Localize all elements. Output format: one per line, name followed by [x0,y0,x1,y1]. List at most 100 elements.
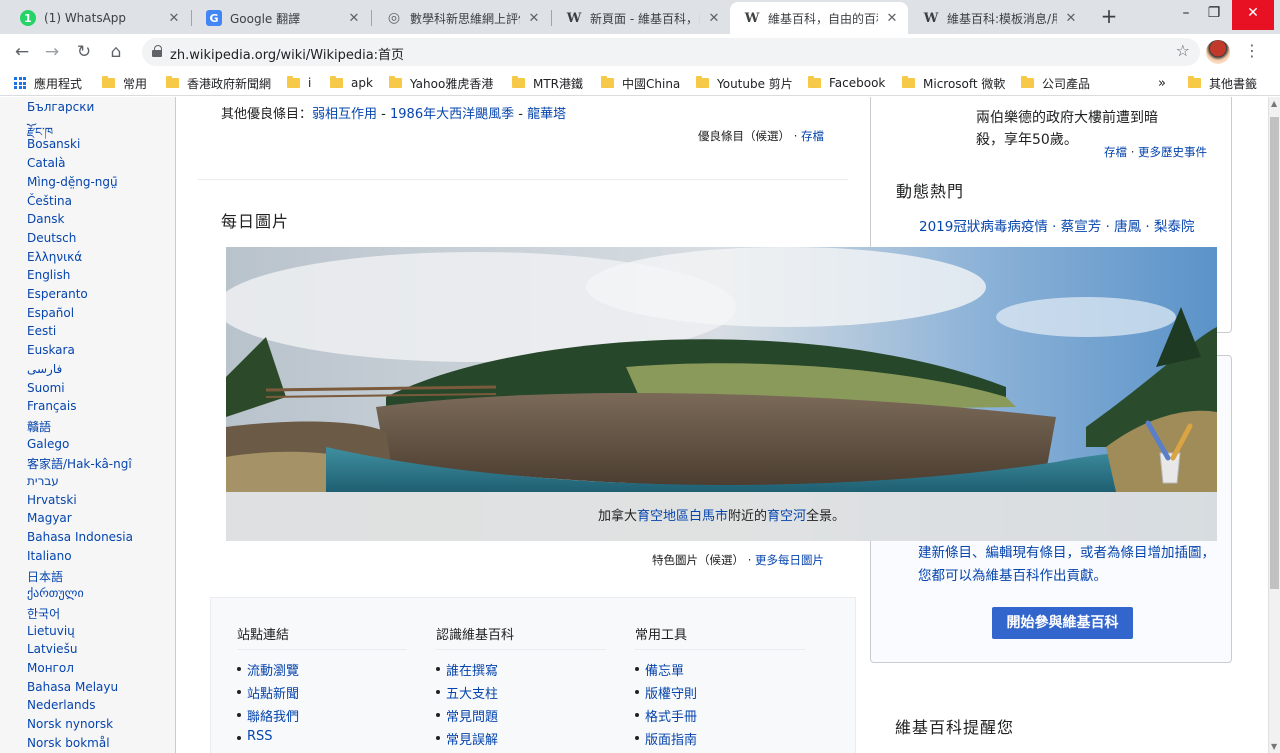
language-link[interactable]: Mìng-dĕ̤ng-ngṳ̄ [27,175,118,189]
tab-close-icon[interactable]: ✕ [346,11,362,26]
start-contributing-button[interactable]: 開始參與維基百科 [992,607,1133,639]
language-link[interactable]: Català [27,156,65,170]
good-article-link[interactable]: 1986年大西洋颶風季 [390,107,514,122]
scroll-down-icon[interactable]: ▼ [1271,742,1277,751]
language-link[interactable]: Монгол [27,661,74,675]
tab-wiki-main-active[interactable]: W 維基百科，自由的百科 ✕ [730,2,908,34]
menu-dots-icon[interactable]: ⋮ [1244,40,1260,64]
language-link[interactable]: Bosanski [27,137,80,151]
bookmark-apps[interactable]: 應用程式 [14,74,82,92]
bookmark-folder[interactable]: apk [330,74,373,92]
language-link[interactable]: Esperanto [27,287,88,301]
language-link[interactable]: Norsk nynorsk [27,717,113,731]
tab-wiki-new-page[interactable]: W 新頁面 - 維基百科，自 ✕ [552,2,730,34]
language-link[interactable]: Български [27,100,94,114]
bookmark-folder[interactable]: MTR港鐵 [512,74,583,92]
bookmarks-overflow-button[interactable]: » [1158,74,1166,92]
language-link[interactable]: Eesti [27,324,56,338]
language-link[interactable]: Bahasa Melayu [27,680,118,694]
bookmark-star-icon[interactable]: ☆ [1176,41,1190,60]
language-link[interactable]: Norsk bokmål [27,736,110,750]
language-link[interactable]: ქართული [27,586,84,600]
footer-link[interactable]: 格式手冊 [635,706,805,729]
bookmark-folder[interactable]: Facebook [808,74,885,92]
language-link[interactable]: עברית [27,474,59,488]
featured-picture-candidates-link[interactable]: 特色圖片（候選） [652,553,744,567]
yukon-territory-link[interactable]: 育空地區 [637,509,689,524]
address-bar[interactable]: zh.wikipedia.org/wiki/Wikipedia:首页 ☆ [142,38,1200,66]
language-link[interactable]: Italiano [27,549,72,563]
language-link[interactable]: 客家語/Hak-kâ-ngî [27,455,132,472]
footer-link[interactable]: 流動瀏覽 [237,660,407,683]
footer-link[interactable]: 常見誤解 [436,729,606,752]
more-history-link[interactable]: 更多歷史事件 [1138,145,1207,159]
restore-button[interactable]: ❐ [1196,0,1232,30]
language-link[interactable]: English [27,268,70,282]
language-link[interactable]: Ελληνικά [27,250,82,264]
more-daily-pictures-link[interactable]: 更多每日圖片 [755,553,824,567]
tab-close-icon[interactable]: ✕ [166,11,182,26]
trending-links[interactable]: 2019冠狀病毒病疫情 · 蔡宣芳 · 唐鳳 · 梨泰院 [919,215,1194,235]
good-article-link[interactable]: 龍華塔 [527,107,566,122]
footer-link[interactable]: RSS [237,729,407,752]
bookmark-folder[interactable]: Yahoo雅虎香港 [389,74,493,92]
forward-arrow-icon[interactable]: → [38,38,66,66]
footer-link[interactable]: 版權守則 [635,683,805,706]
language-link[interactable]: Français [27,399,76,413]
footer-link[interactable]: 聯絡我們 [237,706,407,729]
language-link[interactable]: Bahasa Indonesia [27,530,133,544]
reload-icon[interactable]: ↻ [70,38,98,66]
language-link[interactable]: Español [27,306,74,320]
language-link[interactable]: فارسی [27,362,62,376]
back-arrow-icon[interactable]: ← [8,38,36,66]
footer-link[interactable]: 誰在撰寫 [436,660,606,683]
language-link[interactable]: Suomi [27,381,65,395]
bookmark-folder[interactable]: 中國China [601,74,680,92]
home-icon[interactable]: ⌂ [102,38,130,66]
language-link[interactable]: Magyar [27,511,72,525]
bookmark-folder[interactable]: 香港政府新聞網 [166,74,271,92]
whitehorse-link[interactable]: 白馬市 [689,509,728,524]
daily-picture-panorama[interactable]: 加拿大育空地區白馬市附近的育空河全景。 [226,247,1217,541]
yukon-river-link[interactable]: 育空河 [767,509,806,524]
good-article-link[interactable]: 弱相互作用 [312,107,377,122]
tab-close-icon[interactable]: ✕ [884,11,900,26]
tab-math-assessment[interactable]: ◎ 數學科新思維網上評估 ✕ [372,2,550,34]
footer-link[interactable]: 五大支柱 [436,683,606,706]
language-link[interactable]: Latviešu [27,642,77,656]
footer-link[interactable]: 版面指南 [635,729,805,752]
language-link[interactable]: Euskara [27,343,75,357]
language-link[interactable]: 한국어 [27,605,60,622]
good-articles-archive-link[interactable]: 存檔 [801,129,824,143]
contribute-text[interactable]: 建新條目、編輯現有條目，或者為條目增加插圖，您都可以為維基百科作出貢獻。 [918,542,1218,588]
tab-wiki-template[interactable]: W 維基百科:模板消息/用 ✕ [909,2,1087,34]
tab-whatsapp[interactable]: 1 (1) WhatsApp ✕ [6,2,190,34]
language-link[interactable]: Hrvatski [27,493,77,507]
language-link[interactable]: Nederlands [27,698,95,712]
profile-avatar[interactable] [1206,40,1230,64]
bookmark-folder[interactable]: Microsoft 微軟 [902,74,1005,92]
bookmark-folder[interactable]: 公司產品 [1021,74,1090,92]
language-link[interactable]: Galego [27,437,69,451]
bookmark-folder-other[interactable]: 其他書籤 [1188,74,1257,92]
footer-link[interactable]: 備忘單 [635,660,805,683]
bookmark-folder[interactable]: Youtube 剪片 [696,74,793,92]
tab-close-icon[interactable]: ✕ [1063,11,1079,26]
tab-close-icon[interactable]: ✕ [526,11,542,26]
language-link[interactable]: Čeština [27,194,72,208]
page-scrollbar[interactable]: ▲ ▼ [1268,97,1280,753]
footer-link[interactable]: 常見問題 [436,706,606,729]
tab-google-translate[interactable]: G Google 翻譯 ✕ [192,2,370,34]
bookmark-folder[interactable]: 常用 [102,74,147,92]
scrollbar-thumb[interactable] [1270,117,1279,589]
language-link[interactable]: Lietuvių [27,624,75,638]
language-link[interactable]: Dansk [27,212,64,226]
history-archive-link[interactable]: 存檔 [1104,145,1127,159]
close-window-button[interactable]: ✕ [1232,0,1274,30]
good-articles-candidates-link[interactable]: 優良條目（候選） [698,129,790,143]
language-link[interactable]: Deutsch [27,231,76,245]
scroll-up-icon[interactable]: ▲ [1271,99,1277,108]
bookmark-folder[interactable]: i [287,74,311,92]
language-link[interactable]: 贛語 [27,418,51,435]
history-line[interactable]: 兩伯樂德的政府大樓前遭到暗 [976,107,1158,129]
